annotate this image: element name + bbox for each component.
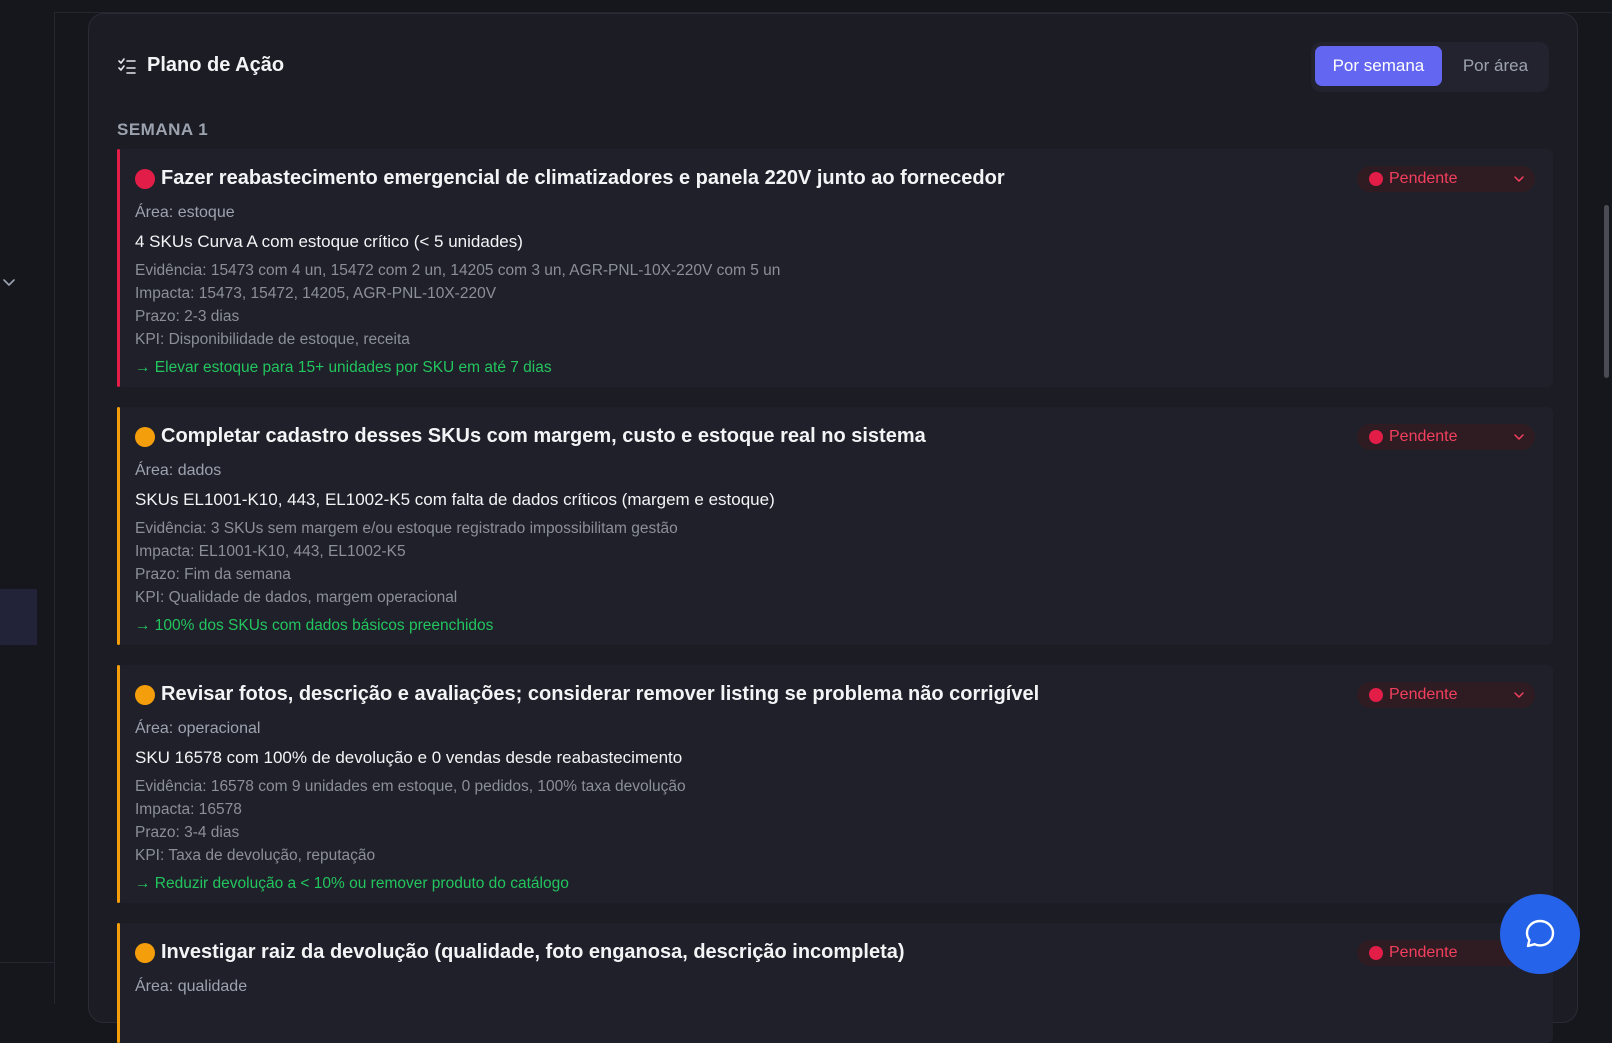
- action-card: Investigar raiz da devolução (qualidade,…: [117, 923, 1553, 1043]
- list-check-icon: [118, 57, 136, 74]
- priority-dot-icon: [135, 426, 155, 447]
- action-evidence: Evidência: 3 SKUs sem margem e/ou estoqu…: [135, 520, 678, 537]
- action-title: Completar cadastro desses SKUs com marge…: [161, 425, 926, 447]
- page-title: Plano de Ação: [147, 54, 285, 76]
- chevron-down-icon[interactable]: [2, 275, 16, 289]
- priority-dot-icon: [135, 684, 155, 705]
- priority-bar: [117, 923, 120, 1043]
- action-evidence: Evidência: 16578 com 9 unidades em estoq…: [135, 778, 686, 795]
- view-toggle: Por semana Por área: [1311, 42, 1549, 92]
- top-bar: [0, 0, 1612, 13]
- status-dot-icon: [1369, 688, 1383, 702]
- action-goal: → Reduzir devolução a < 10% ou remover p…: [135, 875, 569, 892]
- priority-bar: [117, 665, 120, 903]
- action-card: Fazer reabastecimento emergencial de cli…: [117, 149, 1553, 387]
- action-deadline: Prazo: 3-4 dias: [135, 824, 240, 841]
- action-card: Revisar fotos, descrição e avaliações; c…: [117, 665, 1553, 903]
- action-area: Área: qualidade: [135, 978, 248, 995]
- sidebar: [0, 12, 55, 1004]
- status-label: Pendente: [1389, 944, 1458, 961]
- chevron-down-icon: [1514, 176, 1524, 182]
- chat-bubble-icon: [1525, 919, 1555, 948]
- action-evidence: Evidência: 15473 com 4 un, 15472 com 2 u…: [135, 262, 781, 279]
- week-label: SEMANA 1: [117, 120, 209, 139]
- chevron-down-icon: [1514, 692, 1524, 698]
- action-deadline: Prazo: Fim da semana: [135, 566, 291, 583]
- status-dot-icon: [1369, 430, 1383, 444]
- action-area: Área: operacional: [135, 720, 261, 737]
- status-dot-icon: [1369, 172, 1383, 186]
- action-impacts: Impacta: 16578: [135, 801, 242, 818]
- action-title: Investigar raiz da devolução (qualidade,…: [161, 941, 905, 963]
- action-title: Revisar fotos, descrição e avaliações; c…: [161, 683, 1040, 705]
- action-header: Completar cadastro desses SKUs com marge…: [135, 425, 926, 448]
- by-area-button[interactable]: Por área: [1446, 46, 1545, 86]
- sidebar-active-item[interactable]: [0, 589, 37, 645]
- status-label: Pendente: [1389, 170, 1458, 187]
- action-header: Fazer reabastecimento emergencial de cli…: [135, 167, 1005, 190]
- priority-dot-icon: [135, 942, 155, 963]
- action-plan-panel: Plano de Ação Por semana Por área SEMANA…: [88, 13, 1578, 1043]
- status-select[interactable]: Pendente: [1357, 166, 1535, 192]
- action-header: Revisar fotos, descrição e avaliações; c…: [135, 683, 1039, 706]
- action-description: 4 SKUs Curva A com estoque crítico (< 5 …: [135, 232, 523, 251]
- chevron-down-icon: [1514, 434, 1524, 440]
- scrollbar-thumb[interactable]: [1604, 205, 1609, 378]
- action-area: Área: estoque: [135, 204, 235, 221]
- status-select[interactable]: Pendente: [1357, 682, 1535, 708]
- action-title: Fazer reabastecimento emergencial de cli…: [161, 167, 1005, 189]
- action-goal: → 100% dos SKUs com dados básicos preenc…: [135, 617, 494, 634]
- action-area: Área: dados: [135, 462, 222, 479]
- action-header: Investigar raiz da devolução (qualidade,…: [135, 941, 905, 964]
- status-label: Pendente: [1389, 428, 1458, 445]
- priority-bar: [117, 149, 120, 387]
- action-kpi: KPI: Taxa de devolução, reputação: [135, 847, 376, 864]
- action-card: Completar cadastro desses SKUs com marge…: [117, 407, 1553, 645]
- priority-dot-icon: [135, 168, 155, 189]
- action-description: SKUs EL1001-K10, 443, EL1002-K5 com falt…: [135, 490, 775, 509]
- panel-header: Plano de Ação: [117, 54, 284, 77]
- action-kpi: KPI: Qualidade de dados, margem operacio…: [135, 589, 458, 606]
- priority-bar: [117, 407, 120, 645]
- chat-button[interactable]: [1500, 894, 1580, 974]
- action-impacts: Impacta: 15473, 15472, 14205, AGR-PNL-10…: [135, 285, 497, 302]
- status-label: Pendente: [1389, 686, 1458, 703]
- action-description: SKU 16578 com 100% de devolução e 0 vend…: [135, 748, 683, 767]
- action-kpi: KPI: Disponibilidade de estoque, receita: [135, 331, 410, 348]
- by-week-button[interactable]: Por semana: [1315, 46, 1442, 86]
- action-deadline: Prazo: 2-3 dias: [135, 308, 240, 325]
- sidebar-divider: [0, 962, 54, 963]
- action-impacts: Impacta: EL1001-K10, 443, EL1002-K5: [135, 543, 406, 560]
- status-select[interactable]: Pendente: [1357, 424, 1535, 450]
- status-dot-icon: [1369, 946, 1383, 960]
- action-goal: → Elevar estoque para 15+ unidades por S…: [135, 359, 552, 376]
